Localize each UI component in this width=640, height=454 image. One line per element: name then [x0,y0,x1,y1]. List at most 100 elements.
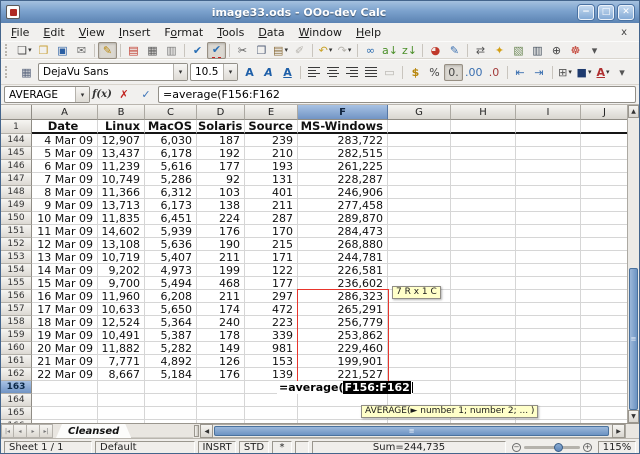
row-header-145[interactable]: 145 [1,147,32,160]
cell[interactable]: 176 [197,368,245,381]
cell[interactable] [581,420,629,423]
delete-decimal-place-button[interactable]: .0 [485,64,504,81]
menu-window[interactable]: Window [292,25,349,40]
cell[interactable] [451,251,516,264]
cell[interactable] [388,199,451,212]
cell[interactable] [98,394,145,407]
cell[interactable]: 5,282 [145,342,197,355]
cell[interactable]: 224 [197,212,245,225]
cell[interactable] [451,160,516,173]
cell[interactable] [581,368,629,381]
cell[interactable] [32,394,98,407]
cell[interactable]: 103 [197,186,245,199]
column-header-f[interactable]: F [298,105,388,120]
zoom-slider[interactable]: − + [509,443,595,452]
cell[interactable] [451,147,516,160]
menu-edit[interactable]: Edit [36,25,71,40]
document-modified-field[interactable]: * [272,441,292,454]
cell[interactable]: 4 Mar 09 [32,134,98,147]
cell[interactable] [388,160,451,173]
navigator-button[interactable]: ✦ [490,42,509,59]
cell[interactable] [516,134,581,147]
cell[interactable]: 11,366 [98,186,145,199]
cell[interactable] [451,199,516,212]
cell[interactable] [388,368,451,381]
row-header-161[interactable]: 161 [1,355,32,368]
last-sheet-button[interactable]: ▸| [40,424,53,438]
cell[interactable] [581,120,629,134]
cell[interactable]: 22 Mar 09 [32,368,98,381]
number-format-currency-button[interactable]: $ [406,64,425,81]
cell[interactable]: 468 [197,277,245,290]
row-header-153[interactable]: 153 [1,251,32,264]
cell[interactable]: 177 [245,277,298,290]
cell[interactable]: 5,387 [145,329,197,342]
cell[interactable] [388,264,451,277]
cell[interactable] [581,147,629,160]
cell[interactable] [581,212,629,225]
cell[interactable] [451,381,516,394]
cell[interactable]: 472 [245,303,298,316]
cell[interactable]: 199 [197,264,245,277]
cell[interactable]: MacOS [145,120,197,134]
cell[interactable] [516,199,581,212]
scroll-left-icon[interactable]: ◀ [200,424,213,438]
cell[interactable] [516,277,581,290]
cell[interactable] [388,238,451,251]
cell[interactable]: 19 Mar 09 [32,329,98,342]
cell[interactable]: 229,460 [298,342,388,355]
titlebar[interactable]: image33.ods - OOo-dev Calc − □ ✕ [1,1,639,23]
sort-ascending-button[interactable]: a↓ [380,42,400,59]
cell[interactable]: 192 [197,147,245,160]
cell[interactable] [451,329,516,342]
menu-file[interactable]: File [4,25,36,40]
edit-file-button[interactable]: ✎ [98,42,117,59]
cell[interactable] [451,355,516,368]
cell[interactable]: 4,973 [145,264,197,277]
row-header-162[interactable]: 162 [1,368,32,381]
cell[interactable]: 10,491 [98,329,145,342]
next-sheet-button[interactable]: ▸ [27,424,40,438]
row-header-152[interactable]: 152 [1,238,32,251]
dropdown-arrow-icon[interactable]: ▾ [606,68,610,76]
cell[interactable]: 256,779 [298,316,388,329]
menu-help[interactable]: Help [349,25,388,40]
vertical-scrollbar[interactable]: ▲ ≡ ▼ [627,105,639,423]
cell[interactable]: 5,286 [145,173,197,186]
row-header-166[interactable]: 166 [1,420,32,423]
cell[interactable] [581,225,629,238]
align-justified-button[interactable] [361,64,380,81]
cell[interactable] [98,381,145,394]
row-header-165[interactable]: 165 [1,407,32,420]
cell[interactable] [245,420,298,423]
page-preview-button[interactable]: ▥ [162,42,181,59]
cell[interactable]: 265,291 [298,303,388,316]
formula-input[interactable]: =average(F156:F162 [158,86,636,103]
horizontal-scrollbar-track[interactable]: ≡ [213,424,612,438]
cell[interactable] [388,303,451,316]
cell[interactable]: 5,939 [145,225,197,238]
cell[interactable]: 244,781 [298,251,388,264]
zoom-button[interactable]: ⊕ [547,42,566,59]
auto-spellcheck-button[interactable]: ✔ [207,42,226,59]
first-sheet-button[interactable]: |◂ [1,424,14,438]
cell[interactable] [245,407,298,420]
cell[interactable] [388,212,451,225]
cell[interactable] [32,381,98,394]
cell[interactable] [451,277,516,290]
font-size-combobox[interactable]: 10.5 ▾ [190,63,238,81]
cell[interactable]: 6,451 [145,212,197,225]
cell[interactable]: 223 [245,316,298,329]
cell[interactable]: 131 [245,173,298,186]
cell[interactable]: 177 [197,160,245,173]
cell[interactable]: 187 [197,134,245,147]
menu-data[interactable]: Data [251,25,291,40]
cell[interactable] [581,277,629,290]
cell[interactable] [451,238,516,251]
zoom-out-icon[interactable]: − [512,443,521,452]
font-name-combobox[interactable]: DejaVu Sans ▾ [38,63,188,81]
cell[interactable]: 10 Mar 09 [32,212,98,225]
menu-tools[interactable]: Tools [210,25,251,40]
undo-button[interactable]: ↶▾ [316,42,335,59]
cell[interactable]: 11,960 [98,290,145,303]
